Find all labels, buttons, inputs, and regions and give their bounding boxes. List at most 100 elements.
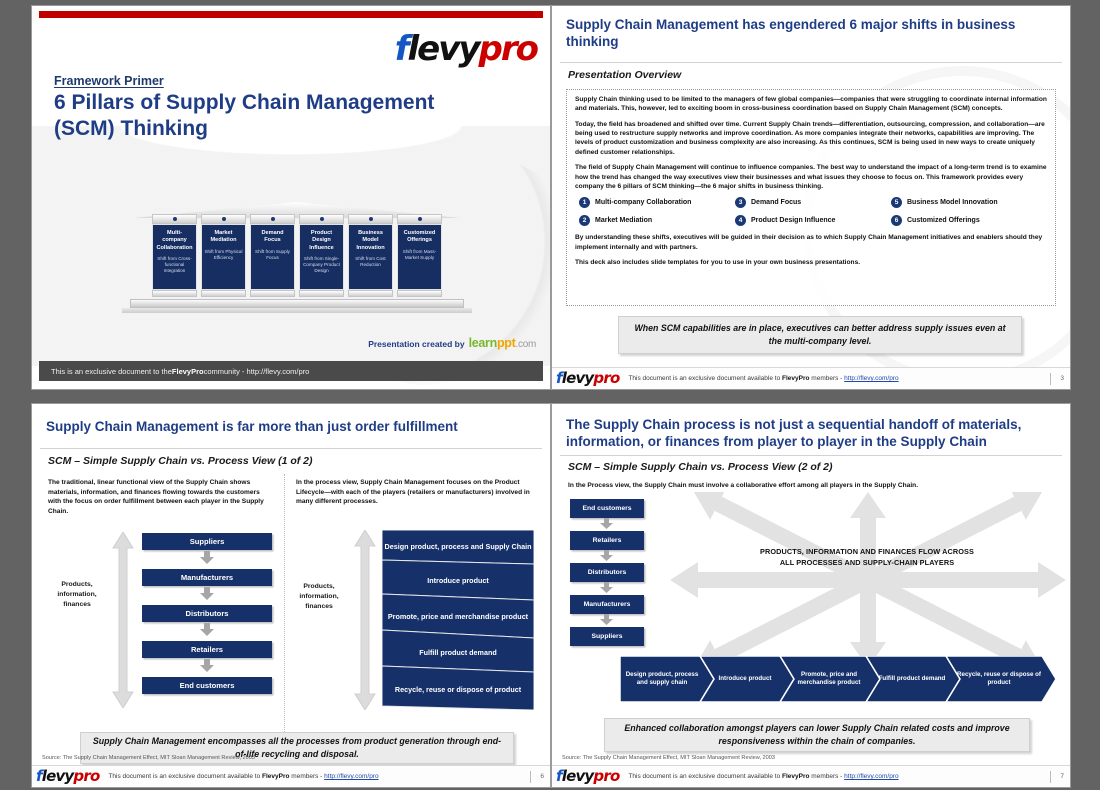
process-stage: Design product, process and supply chain (625, 670, 699, 686)
footer-link[interactable]: http://flevy.com/pro (844, 773, 898, 780)
center-flow-label: PRODUCTS, INFORMATION AND FINANCES FLOW … (760, 547, 974, 568)
list-item: 1 Multi-company Collaboration (579, 197, 735, 209)
chain-node: Retailers (142, 641, 272, 658)
flevypro-logo-levy: levy (407, 29, 480, 69)
band-text-bold: FlevyPro (171, 366, 204, 376)
key-takeaway-callout: Enhanced collaboration amongst players c… (604, 718, 1030, 752)
down-arrow-icon (600, 550, 613, 561)
column-divider (284, 474, 285, 732)
slide-4-collaborative-process-view[interactable]: The Supply Chain process is not just a s… (552, 404, 1070, 787)
list-number-badge: 1 (579, 197, 590, 209)
bidirectional-arrow-icon (112, 532, 134, 708)
chain-node: Distributors (142, 605, 272, 622)
bidirectional-arrow-icon (354, 530, 376, 710)
presentation-credit-label: Presentation created by (368, 339, 465, 349)
pillar-base (152, 290, 197, 297)
list-item: 2 Market Mediation (579, 215, 735, 227)
flevypro-logo-pro: pro (478, 29, 539, 69)
pillar-capital (299, 214, 344, 224)
slide-1-title[interactable]: flevypro Framework Primer 6 Pillars of S… (32, 6, 550, 389)
page-number: 6 (530, 770, 544, 783)
six-pillars-diagram: Multi-company Collaboration Shift from C… (122, 202, 472, 313)
footer-text: This document is an exclusive document a… (108, 773, 379, 780)
player-node: Retailers (570, 531, 644, 550)
pillar-dot-icon (172, 217, 177, 221)
slide-footer: flevypro This document is an exclusive d… (552, 367, 1070, 389)
slide-2-overview[interactable]: Supply Chain Management has engendered 6… (552, 6, 1070, 389)
down-arrow-icon (200, 587, 214, 600)
player-node: Suppliers (570, 627, 644, 646)
section-subtitle: SCM – Simple Supply Chain vs. Process Vi… (568, 461, 833, 473)
pillar-shift: Shift from Mass-Market Supply (402, 248, 437, 260)
player-node: Distributors (570, 563, 644, 582)
list-item: 4 Product Design Influence (735, 215, 891, 227)
pillars-bases-row (152, 290, 442, 297)
pillars-columns-row: Multi-company Collaboration Shift from C… (152, 224, 442, 290)
list-item: 5 Business Model Innovation (891, 197, 1047, 209)
player-node: End customers (570, 499, 644, 518)
footer-link[interactable]: http://flevy.com/pro (844, 375, 898, 382)
chain-node: Suppliers (142, 533, 272, 550)
pillar-title: Multi-company Collaboration (156, 230, 193, 251)
process-stage: Introduce product (718, 674, 772, 682)
chain-node: Manufacturers (142, 569, 272, 586)
overview-text-box: Supply Chain thinking used to be limited… (566, 89, 1056, 306)
slide-kicker: Framework Primer (54, 74, 164, 88)
pillar-base (348, 290, 393, 297)
learnppt-dotcom: .com (515, 339, 537, 350)
slide-footer: flevypro This document is an exclusive d… (552, 765, 1070, 787)
list-item-label: Business Model Innovation (907, 199, 998, 207)
list-number-badge: 6 (891, 215, 902, 227)
down-arrow-icon (200, 623, 214, 636)
title-divider (40, 448, 542, 449)
red-accent-bar (39, 11, 543, 18)
lifecycle-stage: Promote, price and merchandise product (387, 612, 529, 622)
page-number: 3 (1050, 372, 1064, 385)
flevypro-logo-f: f (394, 29, 410, 69)
pillar-title: Demand Focus (261, 230, 284, 244)
list-number-badge: 5 (891, 197, 902, 209)
pillar-capital (397, 214, 442, 224)
flevypro-logo: flevypro (394, 29, 539, 69)
pillar-dot-icon (319, 217, 324, 221)
overview-paragraph: The field of Supply Chain Management wil… (575, 164, 1047, 190)
pillar-dot-icon (368, 217, 373, 221)
pillar-column: Product Design Influence Shift from Sing… (299, 224, 344, 290)
list-number-badge: 2 (579, 215, 590, 227)
pillar-base (250, 290, 295, 297)
flow-side-label: Products, information, finances (299, 583, 339, 611)
lifecycle-stage: Fulfill product demand (419, 648, 497, 658)
list-item-label: Market Mediation (595, 217, 653, 225)
down-arrow-icon (600, 518, 613, 529)
section-subtitle: Presentation Overview (568, 69, 682, 81)
pillar-shift: Shift from Supply Focus (255, 248, 290, 260)
pillar-shift: Shift from Physical Efficiency (204, 248, 243, 260)
slide-3-simple-vs-process-view[interactable]: Supply Chain Management is far more than… (32, 404, 550, 787)
footer-text: This document is an exclusive document a… (628, 375, 899, 382)
flevypro-logo: flevypro (556, 369, 620, 387)
footer-link[interactable]: http://flevy.com/pro (324, 773, 378, 780)
list-item: 6 Customized Offerings (891, 215, 1047, 227)
overview-paragraph: Supply Chain thinking used to be limited… (575, 96, 1047, 113)
pillar-dot-icon (417, 217, 422, 221)
band-text-pre: This is an exclusive document to the (51, 366, 172, 376)
pillar-title: Business Model Innovation (356, 230, 385, 251)
down-arrow-icon (200, 659, 214, 672)
flevypro-logo: flevypro (556, 767, 620, 785)
list-item-label: Demand Focus (751, 199, 802, 207)
multidirectional-flow-arrows (670, 492, 1066, 668)
pillar-shift: Shift from Single-Company Product Design (303, 255, 340, 274)
pillar-shift: Shift from Cross-functional Integration (157, 255, 192, 274)
page-title: 6 Pillars of Supply Chain Management (SC… (54, 91, 435, 140)
pillar-column: Business Model Innovation Shift from Cos… (348, 224, 393, 290)
left-column-intro: The traditional, linear functional view … (48, 479, 264, 515)
page-title: Supply Chain Management has engendered 6… (566, 17, 1016, 50)
pillar-capital (250, 214, 295, 224)
process-stage: Promote, price and merchandise product (797, 670, 861, 686)
pillar-column: Market Mediation Shift from Physical Eff… (201, 224, 246, 290)
flow-side-label: Products, information, finances (57, 581, 97, 609)
overview-paragraph: By understanding these shifts, executive… (575, 234, 1043, 251)
pillar-capital (152, 214, 197, 224)
pillar-title: Product Design Influence (309, 230, 334, 251)
pillar-capital (201, 214, 246, 224)
